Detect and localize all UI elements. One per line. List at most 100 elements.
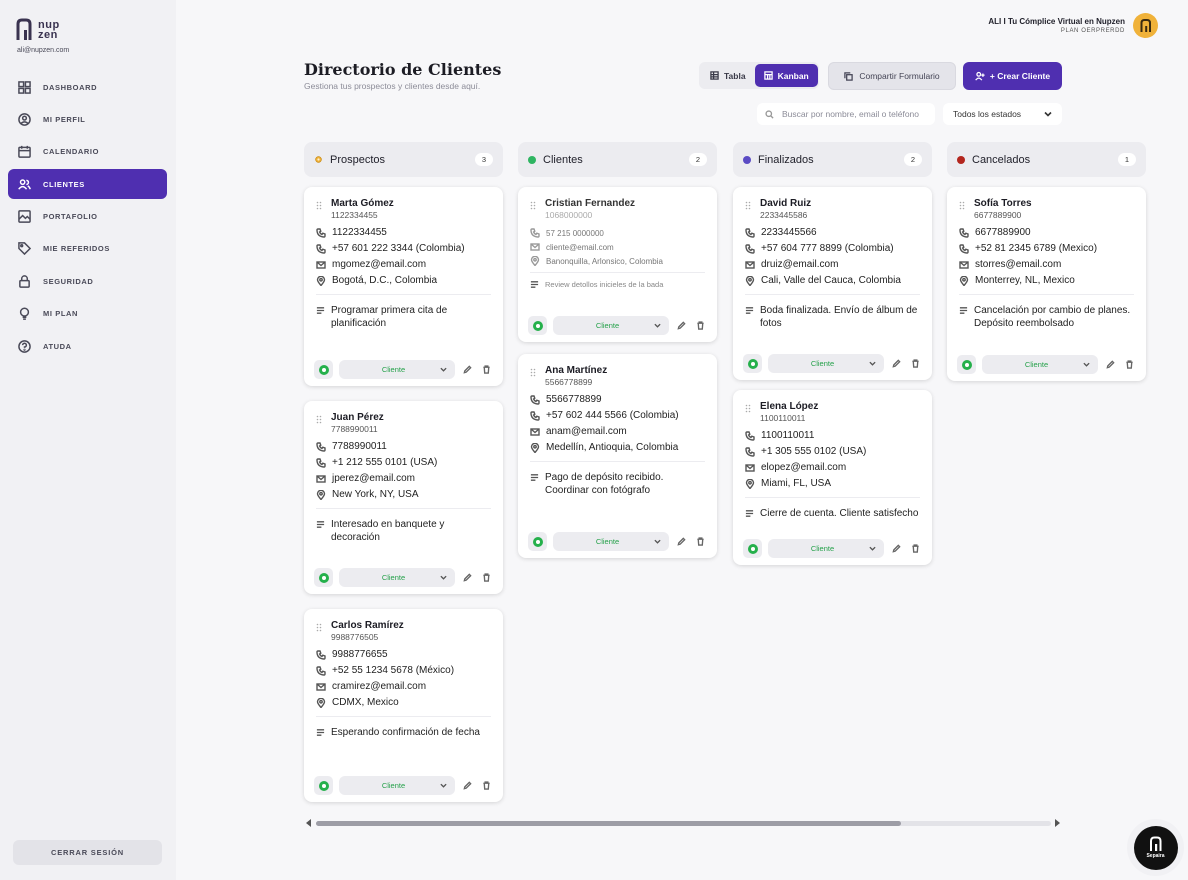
- delete-button[interactable]: [480, 363, 493, 376]
- chevron-down-icon: [440, 783, 447, 788]
- app-logo[interactable]: nup zen: [16, 18, 60, 42]
- whatsapp-button[interactable]: [314, 568, 333, 587]
- drag-handle-icon[interactable]: [316, 623, 322, 632]
- drag-handle-icon[interactable]: [745, 404, 751, 413]
- whatsapp-icon: [318, 364, 329, 375]
- status-value: Cliente: [595, 321, 620, 330]
- whatsapp-icon: [532, 320, 543, 331]
- users-icon: [18, 178, 31, 190]
- sidebar-item-portafolio[interactable]: PORTAFOLIO: [8, 202, 167, 232]
- whatsapp-button[interactable]: [957, 355, 976, 374]
- status-select[interactable]: Cliente: [339, 568, 455, 587]
- edit-button[interactable]: [461, 779, 474, 792]
- edit-button[interactable]: [890, 542, 903, 555]
- whatsapp-button[interactable]: [528, 316, 547, 335]
- delete-button[interactable]: [909, 357, 922, 370]
- delete-button[interactable]: [909, 542, 922, 555]
- delete-button[interactable]: [694, 319, 707, 332]
- mail-icon: [316, 260, 326, 269]
- help-circle-icon: [18, 339, 31, 353]
- client-card[interactable]: Elena López 1100110011 1100110011 +1 305…: [733, 390, 932, 565]
- sidebar-item-calendario[interactable]: CALENDARIO: [8, 137, 167, 167]
- edit-button[interactable]: [675, 319, 688, 332]
- status-select[interactable]: Cliente: [768, 354, 884, 373]
- view-table-button[interactable]: Tabla: [701, 64, 755, 87]
- edit-button[interactable]: [675, 535, 688, 548]
- view-kanban-button[interactable]: Kanban: [754, 64, 818, 87]
- client-email: jperez@email.com: [316, 473, 491, 484]
- client-email: storres@email.com: [959, 259, 1134, 270]
- drag-handle-icon[interactable]: [530, 368, 536, 377]
- delete-button[interactable]: [1123, 358, 1136, 371]
- client-card[interactable]: Ana Martínez 5566778899 5566778899 +57 6…: [518, 354, 717, 558]
- edit-button[interactable]: [461, 363, 474, 376]
- image-icon: [18, 210, 31, 223]
- whatsapp-button[interactable]: [314, 360, 333, 379]
- sidebar-item-dashboard[interactable]: DASHBOARD: [8, 72, 167, 102]
- scroll-right-icon[interactable]: [1055, 819, 1060, 827]
- status-select[interactable]: Cliente: [982, 355, 1098, 374]
- drag-handle-icon[interactable]: [316, 201, 322, 210]
- scroll-thumb[interactable]: [316, 821, 901, 826]
- phone-icon: [316, 665, 326, 676]
- whatsapp-button[interactable]: [743, 539, 762, 558]
- phone-icon: [530, 410, 540, 421]
- user-menu[interactable]: ALI I Tu Cómplice Virtual en Nupzen PLAN…: [988, 13, 1158, 38]
- column-count: 3: [475, 153, 493, 166]
- client-card[interactable]: David Ruiz 2233445586 2233445566 +57 604…: [733, 187, 932, 380]
- horizontal-scrollbar[interactable]: [306, 819, 1060, 827]
- delete-button[interactable]: [480, 571, 493, 584]
- sidebar-item-seguridad[interactable]: SEGURIDAD: [8, 266, 167, 296]
- client-card[interactable]: Marta Gómez 1122334455 1122334455 +57 60…: [304, 187, 503, 386]
- share-form-button[interactable]: Compartir Formulario: [828, 62, 956, 90]
- sidebar-item-ayuda[interactable]: ATUDA: [8, 331, 167, 361]
- client-note: Cierre de cuenta. Cliente satisfecho: [745, 507, 920, 520]
- whatsapp-button[interactable]: [743, 354, 762, 373]
- client-card[interactable]: Sofía Torres 6677889900 6677889900 +52 8…: [947, 187, 1146, 381]
- status-select[interactable]: Cliente: [553, 316, 669, 335]
- search-input[interactable]: [782, 109, 932, 119]
- drag-handle-icon[interactable]: [316, 415, 322, 424]
- sidebar-item-mi-perfil[interactable]: MI PERFIL: [8, 104, 167, 134]
- client-id: 6677889900: [974, 210, 1022, 220]
- avatar[interactable]: [1133, 13, 1158, 38]
- delete-button[interactable]: [480, 779, 493, 792]
- status-select[interactable]: Cliente: [339, 776, 455, 795]
- drag-handle-icon[interactable]: [745, 201, 751, 210]
- status-select[interactable]: Cliente: [553, 532, 669, 551]
- edit-button[interactable]: [1104, 358, 1117, 371]
- map-pin-icon: [316, 275, 326, 286]
- scroll-left-icon[interactable]: [306, 819, 311, 827]
- phone-icon: [316, 441, 326, 452]
- sidebar-item-referidos[interactable]: MIE REFERIDOS: [8, 234, 167, 264]
- sidebar-item-mi-plan[interactable]: MI PLAN: [8, 299, 167, 329]
- client-phone-intl: +57 601 222 3344 (Colombia): [316, 243, 491, 254]
- status-select[interactable]: Cliente: [768, 539, 884, 558]
- drag-handle-icon[interactable]: [959, 201, 965, 210]
- sidebar-item-clientes[interactable]: CLIENTES: [8, 169, 167, 200]
- client-phone-intl: +1 212 555 0101 (USA): [316, 457, 491, 468]
- edit-button[interactable]: [890, 357, 903, 370]
- status-select[interactable]: Cliente: [339, 360, 455, 379]
- edit-button[interactable]: [461, 571, 474, 584]
- client-card[interactable]: Cristian Fernandez 1068000000 57 215 000…: [518, 187, 717, 342]
- trash-icon: [912, 544, 919, 553]
- drag-handle-icon[interactable]: [530, 201, 536, 210]
- phone-icon: [745, 243, 755, 254]
- client-id: 7788990011: [331, 424, 378, 434]
- trash-icon: [912, 359, 919, 368]
- whatsapp-button[interactable]: [314, 776, 333, 795]
- client-card[interactable]: Carlos Ramírez 9988776505 9988776655 +52…: [304, 609, 503, 802]
- status-value: Cliente: [810, 544, 835, 553]
- whatsapp-button[interactable]: [528, 532, 547, 551]
- lightbulb-icon: [19, 307, 30, 321]
- logout-button[interactable]: CERRAR SESIÓN: [13, 840, 162, 865]
- floating-badge[interactable]: Sepaira: [1127, 819, 1184, 876]
- lock-icon: [19, 275, 30, 288]
- status-value: Cliente: [810, 359, 835, 368]
- delete-button[interactable]: [694, 535, 707, 548]
- client-card[interactable]: Juan Pérez 7788990011 7788990011 +1 212 …: [304, 401, 503, 594]
- status-filter-select[interactable]: Todos los estados: [943, 103, 1062, 125]
- map-pin-icon: [316, 697, 326, 708]
- create-client-button[interactable]: + Crear Cliente: [963, 62, 1062, 90]
